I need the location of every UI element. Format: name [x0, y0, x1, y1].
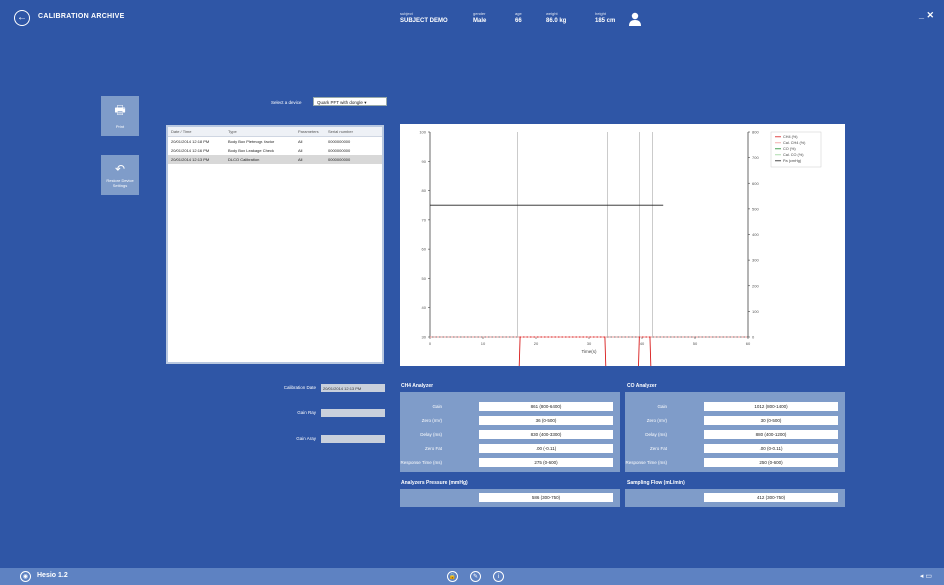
- co-analyzer-panel: Gain 1012 (800-1400) Zero (mV) 30 (0-500) …: [625, 392, 845, 472]
- flow-title: Sampling Flow (mL/min): [627, 480, 685, 486]
- y-tick-label-right: 0: [752, 335, 755, 340]
- y-tick-label-right: 100: [752, 309, 759, 314]
- x-tick-label: 20: [534, 341, 539, 346]
- y-tick-label-right: 500: [752, 206, 759, 211]
- height-field: height 185 cm: [595, 11, 616, 24]
- y-tick-label-left: 50: [422, 276, 427, 281]
- weight-field: weight 86.0 kg: [546, 11, 567, 24]
- app-version: Hesio 1.2: [37, 572, 68, 579]
- ch4-analyzer-title: CH4 Analyzer: [401, 383, 434, 389]
- home-icon: ◉: [22, 574, 29, 580]
- device-label: Select a device: [271, 100, 302, 105]
- calibration-date-label: Calibration Date: [283, 385, 316, 390]
- calibration-table: Date / Time Type Parameters Serial numbe…: [166, 125, 384, 364]
- device-select[interactable]: Quark PFT with dongle ▾: [313, 97, 387, 106]
- page-title: CALIBRATION ARCHIVE: [38, 13, 125, 20]
- co-row-zero-fat: Zero Fat .00 (0-0.11): [625, 443, 845, 455]
- user-icon[interactable]: [628, 12, 642, 26]
- restore-settings-button[interactable]: ↶ Restore Device Settings: [101, 155, 139, 195]
- ch4-row-delay: Delay (ms) 830 (400-3300): [400, 429, 620, 441]
- back-button[interactable]: ←: [14, 10, 30, 26]
- gender-field: gender Male: [473, 11, 487, 24]
- y-tick-label-right: 400: [752, 232, 759, 237]
- y-tick-label-right: 200: [752, 283, 759, 288]
- pressure-title: Analyzers Pressure (mmHg): [401, 480, 468, 486]
- y-tick-label-left: 100: [419, 130, 426, 135]
- legend-label: Cal. CO (%): [783, 153, 804, 157]
- undo-icon: ↶: [114, 162, 126, 176]
- info-icon: i: [497, 573, 500, 580]
- age-field: age 66: [515, 11, 522, 24]
- table-row[interactable]: 20/01/2014 12:16 PM Body Box Leakage Che…: [168, 146, 382, 155]
- co-row-response: Response Time (ms) 250 (0-600): [625, 457, 845, 469]
- bottom-bar: ◉ Hesio 1.2 🔒 ✎ i ◂ ▭: [0, 568, 944, 585]
- y-tick-label-left: 70: [422, 217, 427, 222]
- subject-field: subject SUBJECT DEMO: [400, 11, 448, 24]
- gain-ray-value: [321, 409, 385, 417]
- legend-label: Pa (cmHg): [783, 159, 802, 163]
- legend-label: CO (%): [783, 147, 796, 151]
- series-line: [430, 336, 669, 426]
- x-tick-label: 30: [587, 341, 592, 346]
- x-tick-label: 0: [429, 341, 432, 346]
- arrow-left-icon: ←: [17, 12, 27, 23]
- gain-aray-label: Gain Aray: [296, 436, 316, 441]
- y-tick-label-left: 30: [422, 335, 427, 340]
- ch4-row-response: Response Time (ms) 275 (0-600): [400, 457, 620, 469]
- home-button[interactable]: ◉: [20, 571, 31, 582]
- ch4-row-zero: Zero (mV) 36 (0-500): [400, 415, 620, 427]
- co-row-zero: Zero (mV) 30 (0-500): [625, 415, 845, 427]
- legend-label: Cal. CH4 (%): [783, 141, 806, 145]
- y-tick-label-right: 800: [752, 130, 759, 135]
- print-button[interactable]: 🖶 Print: [101, 96, 139, 136]
- ch4-analyzer-panel: Gain 861 (800-6400) Zero (mV) 36 (0-500) D…: [400, 392, 620, 472]
- table-row-selected[interactable]: 20/01/2014 12:13 PM DLCO Calibration All…: [168, 155, 382, 164]
- ch4-row-zero-fat: Zero Fat .00 (-0.11): [400, 443, 620, 455]
- wrench-icon: ✎: [472, 574, 479, 580]
- calibration-date-value: 20/01/2014 12:13 PM: [321, 384, 385, 392]
- lock-icon: 🔒: [448, 574, 457, 580]
- flow-panel: 412 (300-750): [625, 489, 845, 507]
- y-tick-label-left: 80: [422, 188, 427, 193]
- x-axis-label: Time(s): [581, 349, 597, 354]
- y-tick-label-left: 90: [422, 159, 427, 164]
- printer-icon: 🖶: [114, 103, 126, 117]
- flow-value: 412 (300-750): [704, 493, 838, 502]
- gain-ray-label: Gain Ray: [297, 410, 316, 415]
- x-tick-label: 40: [640, 341, 645, 346]
- window-controls[interactable]: _ ✕: [919, 10, 934, 21]
- chart-svg: 1009080706050403080070060050040030020010…: [419, 130, 822, 426]
- x-tick-label: 60: [746, 341, 751, 346]
- table-row[interactable]: 20/01/2014 12:18 PM Body Box Pletmogr. f…: [168, 137, 382, 146]
- co-row-delay: Delay (ms) 880 (400-1200): [625, 429, 845, 441]
- y-tick-label-left: 60: [422, 247, 427, 252]
- settings-button[interactable]: ✎: [470, 571, 481, 582]
- legend-label: CH4 (%): [783, 135, 798, 139]
- y-tick-label-left: 40: [422, 305, 427, 310]
- ch4-row-gain: Gain 861 (800-6400): [400, 401, 620, 413]
- info-button[interactable]: i: [493, 571, 504, 582]
- status-icons: ◂ ▭: [919, 573, 932, 580]
- co-row-gain: Gain 1012 (800-1400): [625, 401, 845, 413]
- calibration-chart: 100 90 80 70 60 50 40 30 800 700 600 500 400 300 200 10…: [400, 124, 845, 426]
- y-tick-label-right: 600: [752, 181, 759, 186]
- x-tick-label: 10: [481, 341, 486, 346]
- co-analyzer-title: CO Analyzer: [627, 383, 657, 389]
- gain-aray-value: [321, 435, 385, 443]
- y-tick-label-right: 700: [752, 155, 759, 160]
- y-tick-label-right: 300: [752, 258, 759, 263]
- table-header: Date / Time Type Parameters Serial numbe…: [168, 127, 382, 137]
- lock-button[interactable]: 🔒: [447, 571, 458, 582]
- pressure-panel: 586 (300-750): [400, 489, 620, 507]
- pressure-value: 586 (300-750): [479, 493, 613, 502]
- x-tick-label: 50: [693, 341, 698, 346]
